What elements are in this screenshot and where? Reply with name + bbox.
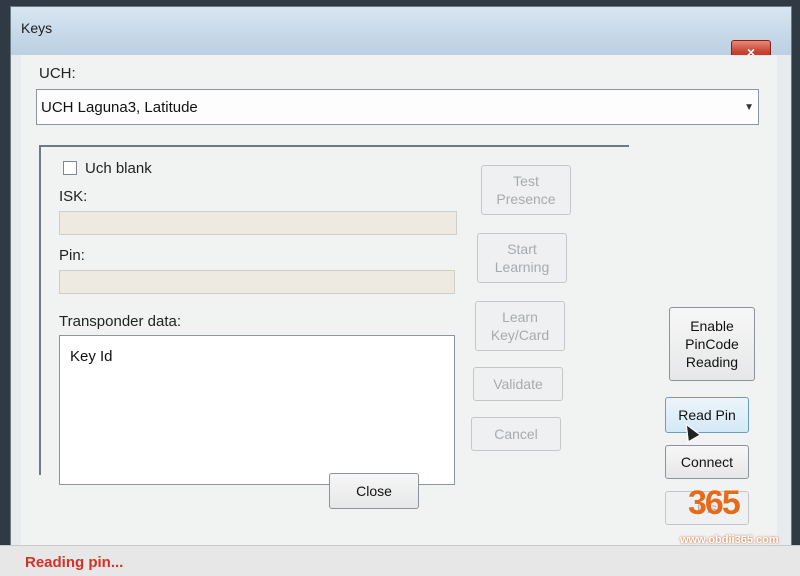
uch-label: UCH:: [39, 65, 76, 82]
uch-selected-value: UCH Laguna3, Latitude: [41, 99, 198, 116]
transponder-label: Transponder data:: [59, 313, 182, 330]
start-learning-button[interactable]: Start Learning: [477, 233, 567, 283]
pin-field[interactable]: [59, 270, 455, 294]
isk-field[interactable]: [59, 211, 457, 235]
learn-key-card-button[interactable]: Learn Key/Card: [475, 301, 565, 351]
chevron-down-icon: ▼: [744, 102, 754, 113]
list-item[interactable]: Key Id: [70, 348, 113, 365]
close-button[interactable]: Close: [329, 473, 419, 509]
uch-blank-label: Uch blank: [85, 160, 152, 177]
enable-pincode-reading-button[interactable]: Enable PinCode Reading: [669, 307, 755, 381]
validate-button[interactable]: Validate: [473, 367, 563, 401]
isk-label: ISK:: [59, 188, 88, 205]
status-text: Reading pin...: [25, 554, 124, 571]
title-bar: Keys ×: [11, 7, 791, 62]
pin-label: Pin:: [59, 247, 85, 264]
window-title: Keys: [21, 20, 53, 36]
keys-window: Keys × UCH: UCH Laguna3, Latitude ▼ Uch …: [10, 6, 792, 574]
connect-button[interactable]: Connect: [665, 445, 749, 479]
cancel-button[interactable]: Cancel: [471, 417, 561, 451]
watermark-logo-text: 3⁠6⁠5: [688, 484, 741, 522]
watermark-logo: 3⁠6⁠5 www.obdii365.com: [680, 484, 780, 554]
uch-select[interactable]: UCH Laguna3, Latitude ▼: [36, 89, 759, 125]
test-presence-button[interactable]: Test Presence: [481, 165, 571, 215]
dialog-body: UCH: UCH Laguna3, Latitude ▼ Uch blank I…: [21, 55, 777, 573]
uch-blank-checkbox[interactable]: [63, 161, 77, 175]
transponder-list[interactable]: Key Id: [59, 335, 455, 485]
read-pin-button[interactable]: Read Pin: [665, 397, 749, 433]
watermark-url: www.obdii365.com: [680, 534, 779, 546]
